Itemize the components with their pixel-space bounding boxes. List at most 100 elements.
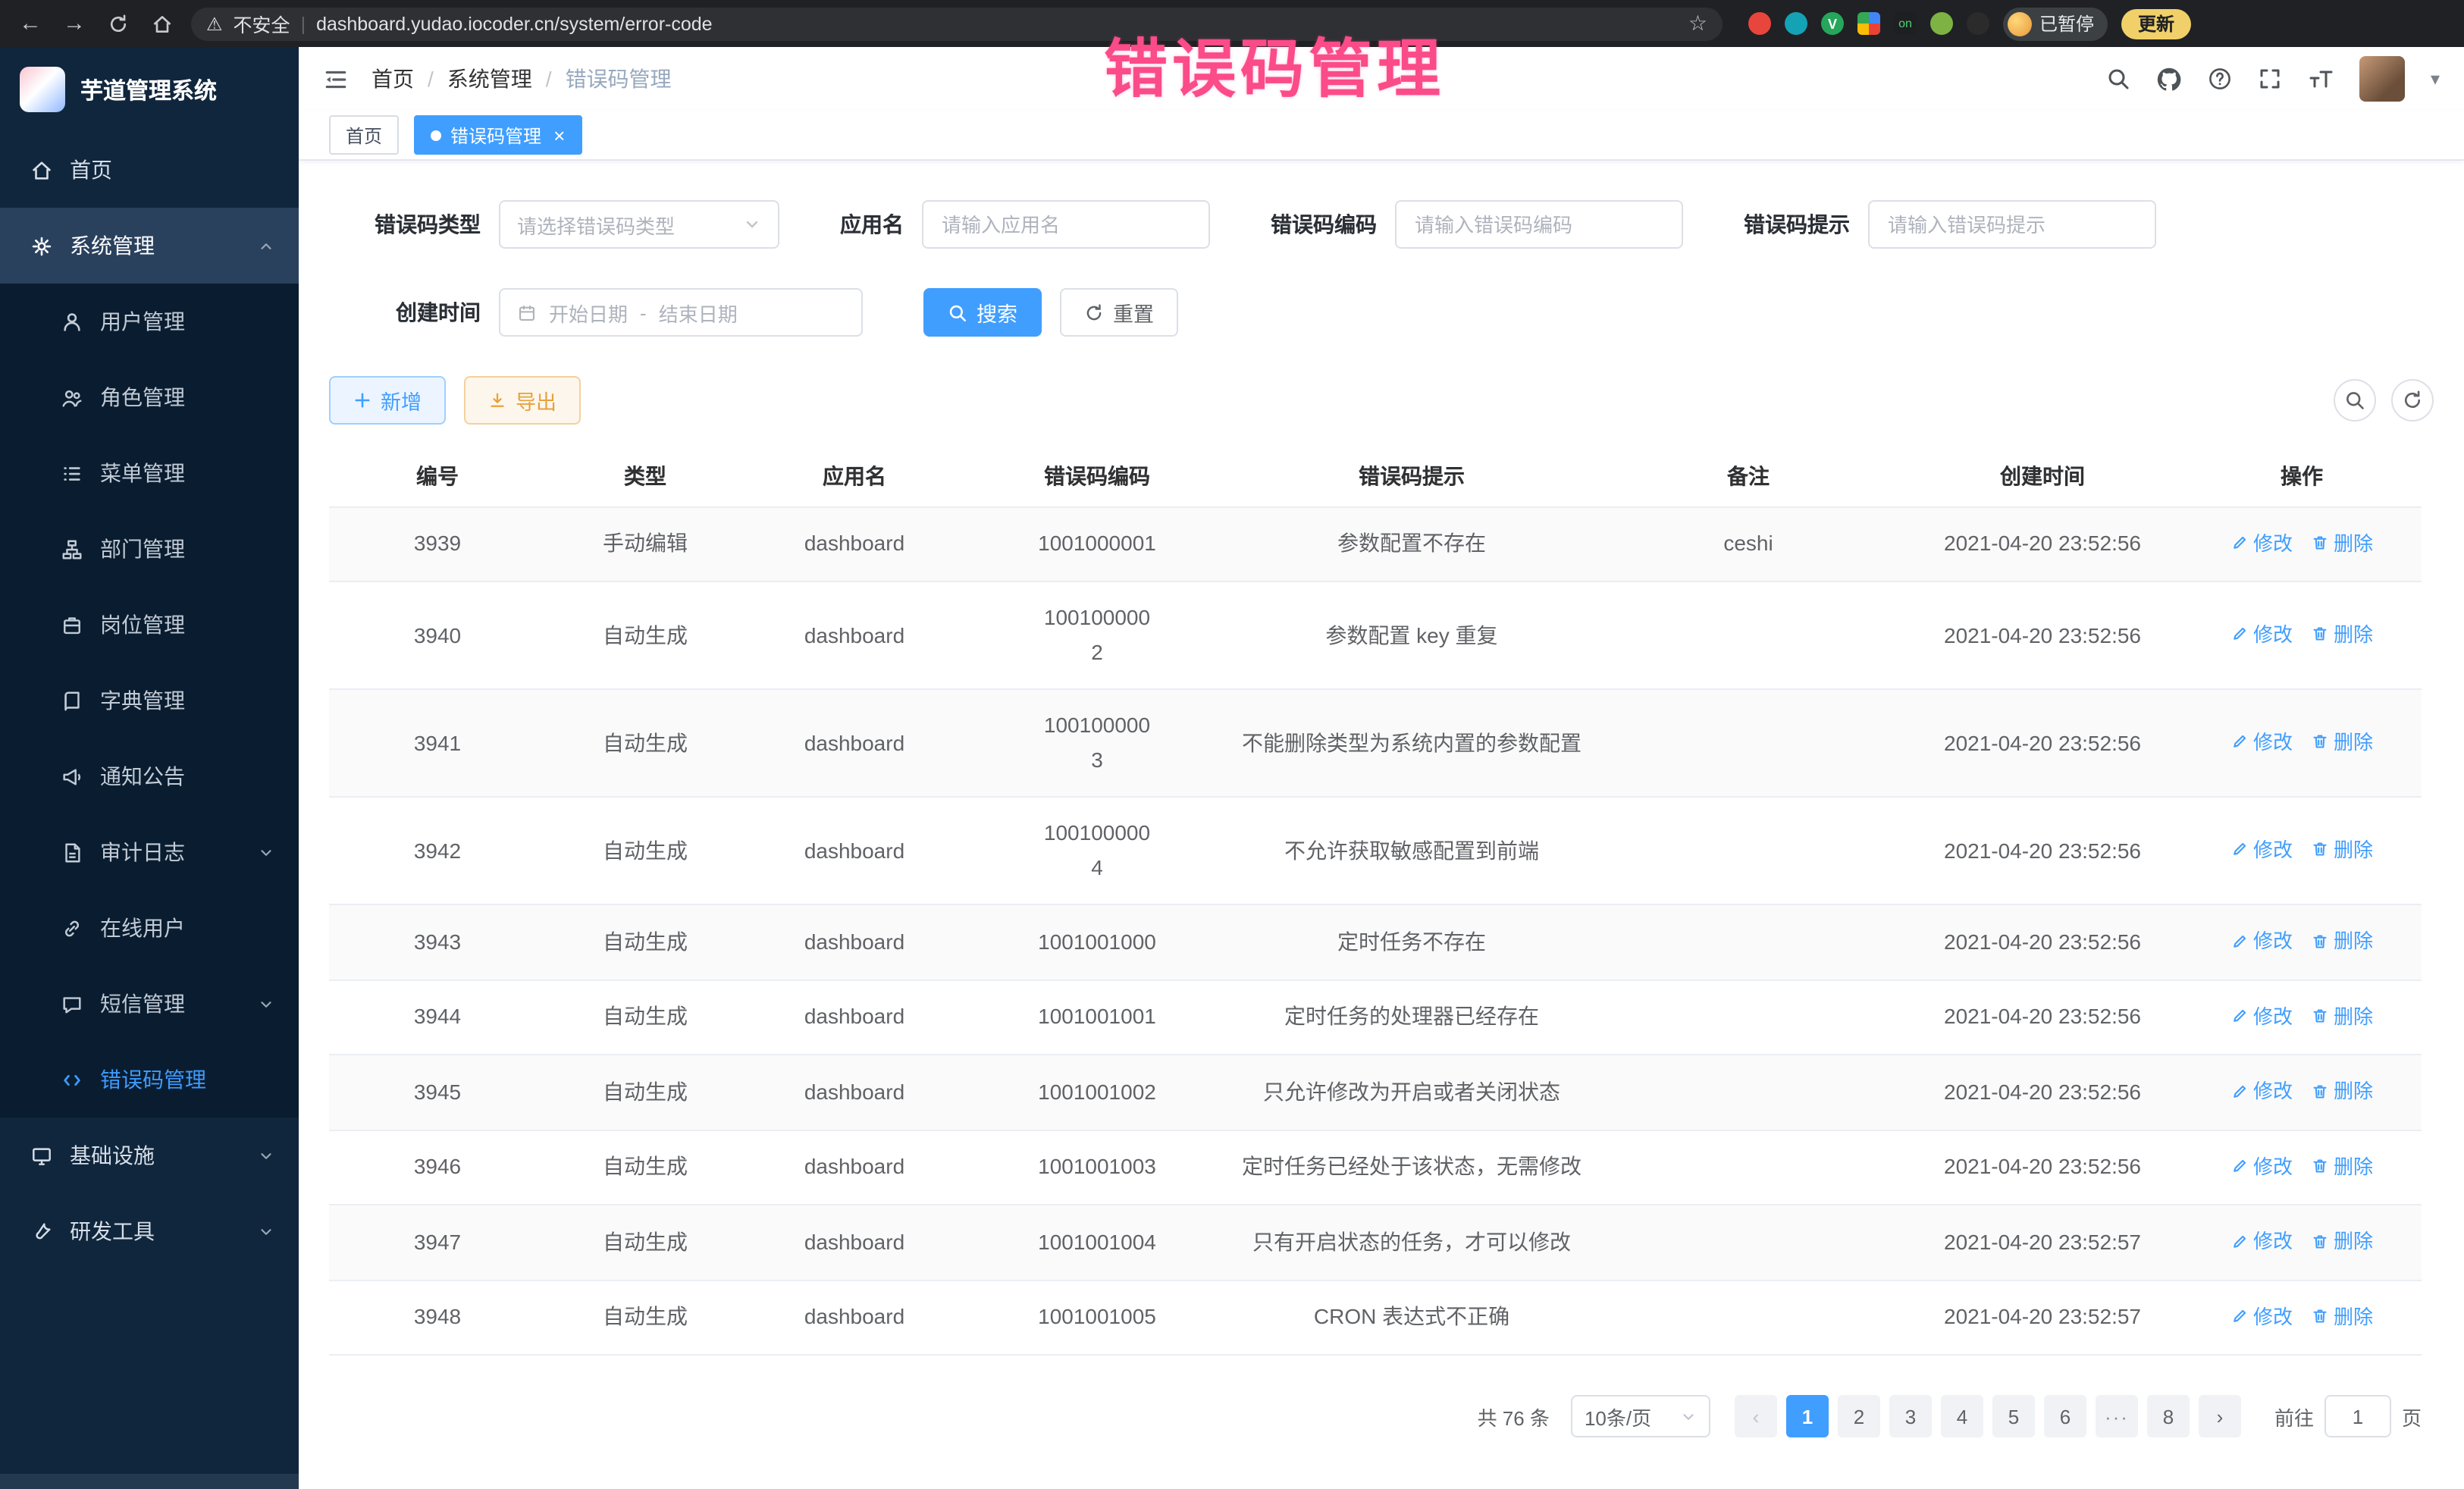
sidebar-item-home[interactable]: 首页 [0,132,299,208]
next-page-button[interactable]: › [2199,1395,2241,1437]
tab-home[interactable]: 首页 [329,115,399,155]
breadcrumb-current: 错误码管理 [566,64,672,94]
extension-icon[interactable] [1967,12,1989,35]
page-button[interactable]: ··· [2096,1395,2138,1437]
list-icon [61,462,83,484]
url-bar[interactable]: ⚠ 不安全 | dashboard.yudao.iocoder.cn/syste… [191,7,1723,40]
app-name-input[interactable] [922,200,1210,249]
reload-icon[interactable] [103,13,133,34]
help-icon[interactable] [2208,67,2232,91]
reset-button[interactable]: 重置 [1060,288,1178,337]
edit-link[interactable]: 修改 [2230,617,2293,652]
search-icon[interactable] [2106,67,2130,91]
sidebar-item-infrastructure[interactable]: 基础设施 [0,1118,299,1193]
sidebar-fold-icon[interactable] [323,66,349,92]
edit-link[interactable]: 修改 [2230,832,2293,867]
search-button[interactable]: 搜索 [923,288,1042,337]
date-range-picker[interactable]: 开始日期 - 结束日期 [499,288,863,337]
cell-time: 2021-04-20 23:52:56 [1903,581,2182,689]
extension-icon[interactable] [1857,12,1880,35]
export-button[interactable]: 导出 [464,376,581,425]
page-button[interactable]: 6 [2044,1395,2086,1437]
sidebar-item-notices[interactable]: 通知公告 [0,738,299,814]
user-avatar[interactable] [2359,56,2405,102]
close-tab-icon[interactable]: × [553,124,565,146]
sidebar-collapse-bar[interactable] [0,1474,299,1489]
sidebar-item-online-users[interactable]: 在线用户 [0,890,299,966]
bookmark-star-icon[interactable]: ☆ [1688,11,1707,36]
delete-link[interactable]: 删除 [2311,923,2373,958]
error-hint-input[interactable] [1868,200,2156,249]
cell-code: 1001001000 [964,904,1230,980]
refresh-table-button[interactable] [2391,379,2434,422]
add-button[interactable]: 新增 [329,376,446,425]
app-logo[interactable]: 芋道管理系统 [0,47,299,132]
delete-link[interactable]: 删除 [2311,1299,2373,1334]
edit-link[interactable]: 修改 [2230,923,2293,958]
page-button[interactable]: 4 [1941,1395,1983,1437]
extension-icon[interactable]: on [1894,12,1917,35]
sidebar-item-error-codes[interactable]: 错误码管理 [0,1042,299,1118]
sidebar-item-roles[interactable]: 角色管理 [0,359,299,435]
edit-link[interactable]: 修改 [2230,725,2293,760]
jump-page-input[interactable] [2324,1395,2391,1437]
avatar-caret-icon[interactable]: ▾ [2431,68,2440,89]
page-button[interactable]: 2 [1838,1395,1880,1437]
breadcrumb-system[interactable]: 系统管理 [447,64,532,94]
chrome-update-button[interactable]: 更新 [2121,8,2191,39]
sidebar-item-posts[interactable]: 岗位管理 [0,587,299,663]
extension-icon[interactable] [1785,12,1807,35]
extension-icon[interactable] [1748,12,1771,35]
page-button[interactable]: 5 [1992,1395,2035,1437]
page-button[interactable]: 3 [1889,1395,1932,1437]
cell-operations: 修改删除 [2182,797,2422,904]
trash-icon [2311,841,2329,859]
prev-page-button[interactable]: ‹ [1735,1395,1777,1437]
sidebar-item-dictionaries[interactable]: 字典管理 [0,663,299,738]
page-button[interactable]: 1 [1786,1395,1829,1437]
delete-link[interactable]: 删除 [2311,998,2373,1033]
page-size-select[interactable]: 10条/页 [1571,1395,1710,1437]
github-icon[interactable] [2156,66,2182,92]
sidebar-item-menus[interactable]: 菜单管理 [0,435,299,511]
sidebar-item-departments[interactable]: 部门管理 [0,511,299,587]
sidebar-item-users[interactable]: 用户管理 [0,284,299,359]
profile-paused-chip[interactable]: 已暂停 [2003,7,2108,40]
delete-link[interactable]: 删除 [2311,1074,2373,1108]
fullscreen-icon[interactable] [2258,67,2282,91]
sidebar-item-system-management[interactable]: 系统管理 [0,208,299,284]
delete-link[interactable]: 删除 [2311,832,2373,867]
cell-type: 手动编辑 [546,506,745,581]
edit-link[interactable]: 修改 [2230,1074,2293,1108]
extension-icon[interactable] [1930,12,1953,35]
edit-link[interactable]: 修改 [2230,1149,2293,1183]
edit-link[interactable]: 修改 [2230,998,2293,1033]
delete-link[interactable]: 删除 [2311,525,2373,560]
error-type-select[interactable]: 请选择错误码类型 [499,200,779,249]
edit-link[interactable]: 修改 [2230,525,2293,560]
delete-link[interactable]: 删除 [2311,725,2373,760]
total-count: 共 76 条 [1478,1402,1550,1431]
sidebar-item-sms[interactable]: 短信管理 [0,966,299,1042]
chevron-down-icon [258,1223,274,1240]
edit-link[interactable]: 修改 [2230,1299,2293,1334]
page-button[interactable]: 8 [2147,1395,2190,1437]
cell-type: 自动生成 [546,1205,745,1280]
delete-link[interactable]: 删除 [2311,617,2373,652]
gear-icon [30,234,53,257]
tab-error-code[interactable]: 错误码管理 × [414,115,582,155]
font-size-icon[interactable] [2308,67,2334,90]
breadcrumb-home[interactable]: 首页 [371,64,414,94]
edit-link[interactable]: 修改 [2230,1224,2293,1259]
delete-link[interactable]: 删除 [2311,1149,2373,1183]
extension-icon[interactable]: V [1821,12,1844,35]
back-icon[interactable]: ← [15,12,45,35]
delete-link[interactable]: 删除 [2311,1224,2373,1259]
sidebar-item-dev-tools[interactable]: 研发工具 [0,1193,299,1269]
home-icon[interactable] [147,13,177,34]
error-code-input[interactable] [1395,200,1683,249]
refresh-icon [1084,303,1104,322]
toggle-search-button[interactable] [2334,379,2376,422]
sidebar-item-audit-logs[interactable]: 审计日志 [0,814,299,890]
forward-icon[interactable]: → [59,12,89,35]
